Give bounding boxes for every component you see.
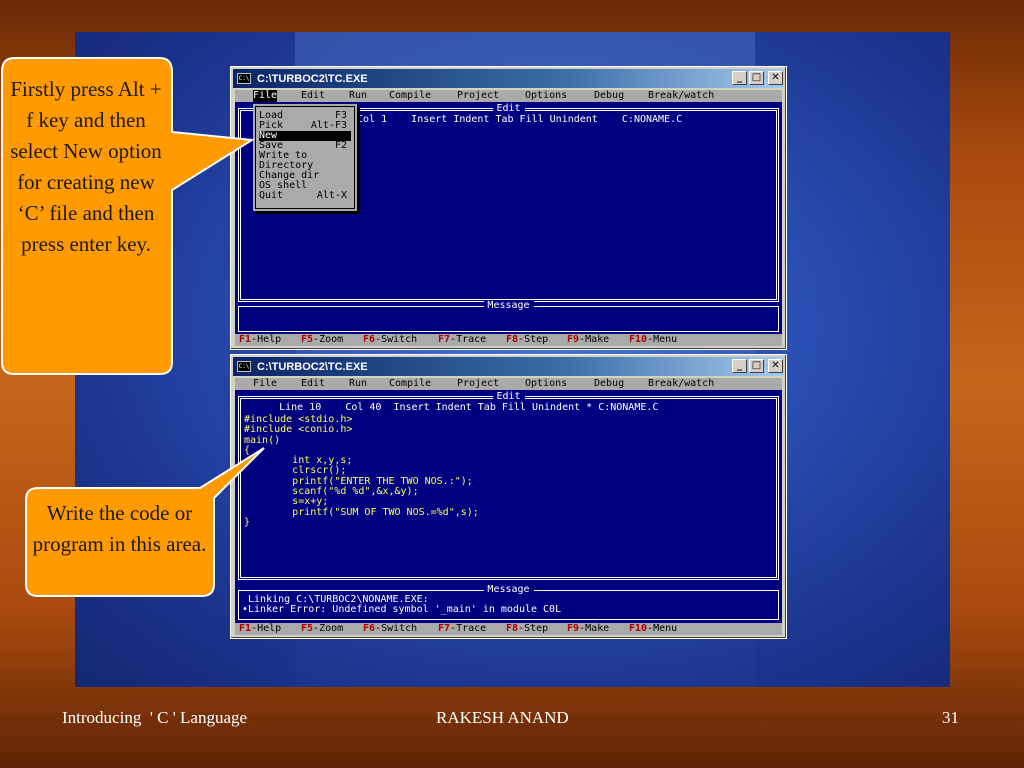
turboc-window-file-menu[interactable]: C:\ C:\TURBOC2\TC.EXE _ □ ✕ File Edit Ru… (230, 66, 787, 350)
fkey-switch-key: F6 (363, 623, 376, 634)
window-titlebar[interactable]: C:\ C:\TURBOC2\TC.EXE _ □ ✕ (233, 69, 784, 88)
console-icon: C:\ (237, 73, 251, 84)
fkey-make-label: -Make (579, 334, 610, 345)
fkey-menu[interactable]: F10-Menu (629, 623, 677, 635)
menu-edit[interactable]: Edit (301, 90, 325, 102)
menu-item-label: Quit (259, 190, 284, 201)
menu-run[interactable]: Run (349, 378, 367, 390)
file-menu-item-quit[interactable]: Quit Alt-X (259, 191, 351, 201)
footer-page-number: 31 (942, 708, 959, 727)
fkey-zoom-key: F5 (301, 334, 314, 345)
menu-bar: File Edit Run Compile Project Options De… (235, 90, 782, 102)
window-titlebar[interactable]: C:\ C:\TURBOC2\TC.EXE _ □ ✕ (233, 357, 784, 376)
fkey-step-key: F8 (506, 334, 519, 345)
fkey-menu-key: F10 (629, 334, 648, 345)
fkey-switch-key: F6 (363, 334, 376, 345)
maximize-button[interactable]: □ (749, 359, 764, 373)
message-window: Message Linking C:\TURBOC2\NONAME.EXE: •… (238, 584, 779, 620)
callout-instruction-new-file: Firstly press Alt + f key and then selec… (10, 77, 162, 256)
turboc-console[interactable]: File Edit Run Compile Project Options De… (235, 90, 782, 346)
fkey-trace-key: F7 (438, 334, 451, 345)
menu-edit[interactable]: Edit (301, 378, 325, 390)
fkey-help[interactable]: F1-Help (239, 623, 281, 635)
menu-compile[interactable]: Compile (389, 90, 431, 102)
fkey-menu-key: F10 (629, 623, 648, 634)
fkey-help-key: F1 (239, 334, 252, 345)
fkey-step-label: -Step (518, 334, 549, 345)
menu-options[interactable]: Options (525, 378, 567, 390)
menu-item-accel: F2 (334, 140, 347, 151)
fkey-switch[interactable]: F6-Switch (363, 334, 417, 346)
function-key-bar: F1-Help F5-Zoom F6-Switch F7-Trace F8-St… (235, 334, 782, 346)
maximize-button[interactable]: □ (749, 71, 764, 85)
fkey-menu-label: -Menu (647, 334, 678, 345)
menu-file[interactable]: File (253, 378, 277, 390)
minimize-button[interactable]: _ (732, 359, 747, 373)
menu-item-accel: Alt-F3 (310, 120, 347, 131)
close-button[interactable]: ✕ (768, 359, 783, 373)
fkey-make-label: -Make (579, 623, 610, 634)
window-controls: _ □ ✕ (732, 71, 783, 85)
fkey-step-key: F8 (506, 623, 519, 634)
window-title: C:\TURBOC2\TC.EXE (257, 360, 368, 373)
fkey-zoom[interactable]: F5-Zoom (301, 623, 343, 635)
edit-window[interactable]: Edit Line 10 Col 40 Insert Indent Tab Fi… (238, 391, 779, 580)
fkey-trace[interactable]: F7-Trace (438, 334, 486, 346)
callout-instruction-write-code: Write the code or program in this area. (32, 501, 207, 556)
fkey-make[interactable]: F9-Make (567, 334, 609, 346)
editor-status-line: Line 10 Col 40 Insert Indent Tab Fill Un… (249, 402, 659, 413)
turboc-console[interactable]: File Edit Run Compile Project Options De… (235, 378, 782, 635)
file-menu-border: Load F3 Pick Alt-F3 New Save F2 Write to Di… (255, 106, 355, 209)
fkey-step-label: -Step (518, 623, 549, 634)
fkey-trace-label: -Trace (450, 334, 487, 345)
menu-breakwatch[interactable]: Break/watch (648, 378, 714, 390)
turboc-window-editor[interactable]: C:\ C:\TURBOC2\TC.EXE _ □ ✕ File Edit Ru… (230, 354, 787, 639)
fkey-make-key: F9 (567, 623, 580, 634)
fkey-help-label: -Help (251, 334, 282, 345)
menu-breakwatch[interactable]: Break/watch (648, 90, 714, 102)
fkey-make[interactable]: F9-Make (567, 623, 609, 635)
footer-course-title: Introducing ' C ' Language (62, 708, 248, 727)
fkey-help-label: -Help (251, 623, 282, 634)
menu-debug[interactable]: Debug (594, 90, 624, 102)
menu-project[interactable]: Project (457, 90, 499, 102)
fkey-trace-label: -Trace (450, 623, 487, 634)
menu-item-accel: Alt-X (316, 190, 347, 201)
fkey-step[interactable]: F8-Step (506, 623, 548, 635)
fkey-trace[interactable]: F7-Trace (438, 623, 486, 635)
message-window: Message (238, 300, 779, 332)
fkey-zoom[interactable]: F5-Zoom (301, 334, 343, 346)
fkey-step[interactable]: F8-Step (506, 334, 548, 346)
fkey-zoom-label: -Zoom (313, 334, 344, 345)
message-window-label: Message (483, 300, 534, 312)
menu-run[interactable]: Run (349, 90, 367, 102)
menu-options[interactable]: Options (525, 90, 567, 102)
menu-project[interactable]: Project (457, 378, 499, 390)
minimize-button[interactable]: _ (732, 71, 747, 85)
menu-file[interactable]: File (253, 90, 278, 102)
fkey-zoom-key: F5 (301, 623, 314, 634)
fkey-trace-key: F7 (438, 623, 451, 634)
console-icon: C:\ (237, 361, 251, 372)
file-menu-dropdown: Load F3 Pick Alt-F3 New Save F2 Write to Di… (253, 104, 357, 211)
fkey-switch[interactable]: F6-Switch (363, 623, 417, 635)
menu-bar: File Edit Run Compile Project Options De… (235, 378, 782, 390)
window-controls: _ □ ✕ (732, 359, 783, 373)
window-title: C:\TURBOC2\TC.EXE (257, 72, 368, 85)
fkey-help[interactable]: F1-Help (239, 334, 281, 346)
function-key-bar: F1-Help F5-Zoom F6-Switch F7-Trace F8-St… (235, 623, 782, 635)
footer-author: RAKESH ANAND (436, 708, 569, 727)
fkey-zoom-label: -Zoom (313, 623, 344, 634)
fkey-switch-label: -Switch (375, 334, 418, 345)
source-code-area[interactable]: #include <stdio.h> #include <conio.h> ma… (244, 414, 479, 528)
compiler-messages: Linking C:\TURBOC2\NONAME.EXE: •Linker E… (242, 594, 562, 615)
menu-debug[interactable]: Debug (594, 378, 624, 390)
fkey-make-key: F9 (567, 334, 580, 345)
fkey-switch-label: -Switch (375, 623, 418, 634)
fkey-menu-label: -Menu (647, 623, 678, 634)
menu-compile[interactable]: Compile (389, 378, 431, 390)
fkey-menu[interactable]: F10-Menu (629, 334, 677, 346)
close-button[interactable]: ✕ (768, 71, 783, 85)
fkey-help-key: F1 (239, 623, 252, 634)
